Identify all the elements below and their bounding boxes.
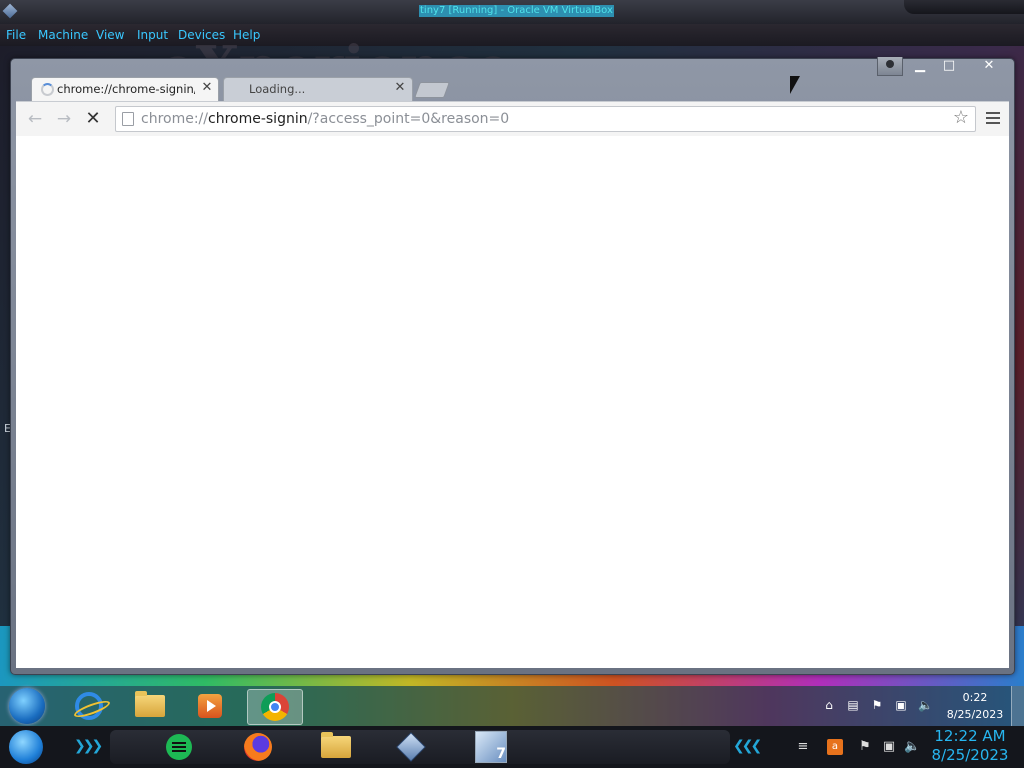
back-arrow-icon[interactable]: ← (24, 108, 46, 130)
menu-machine[interactable]: Machine (38, 27, 88, 43)
media-player-button[interactable] (187, 689, 233, 723)
chevron-decoration-icon: ❮❮❮ (733, 738, 762, 754)
close-button[interactable]: ✕ (972, 57, 1006, 75)
host-clock-date[interactable]: 8/25/2023 (930, 746, 1010, 765)
tab-title: Loading... (249, 82, 306, 96)
menu-view[interactable]: View (96, 27, 124, 43)
host-start-button[interactable] (9, 730, 43, 764)
url-host: chrome-signin (208, 111, 308, 127)
guest-clock-date[interactable]: 8/25/2023 (945, 708, 1005, 721)
action-center-flag-icon[interactable]: ⚑ (870, 698, 884, 712)
minimize-button[interactable]: ▁ (906, 57, 934, 75)
new-tab-button[interactable] (414, 82, 450, 98)
network-monitor-icon[interactable]: ▣ (894, 698, 908, 712)
chrome-taskbar-button[interactable] (247, 689, 303, 725)
stop-x-icon[interactable]: ✕ (82, 108, 104, 130)
url-path: /?access_point=0&reason=0 (307, 111, 510, 127)
host-title-decoration (904, 0, 1024, 14)
volume-icon[interactable]: 🔈 (904, 739, 920, 755)
tab-loading[interactable]: Loading... ✕ (223, 77, 413, 101)
menu-file[interactable]: File (6, 27, 26, 43)
maximize-button[interactable]: □ (935, 57, 963, 75)
chrome-icon (261, 693, 289, 721)
host-clock-time[interactable]: 12:22 AM (930, 727, 1010, 746)
chevron-decoration-icon: ❯❯❯ (74, 738, 103, 754)
spotify-icon (166, 734, 192, 760)
spotify-button[interactable] (159, 730, 199, 764)
page-icon (122, 112, 134, 126)
show-desktop-button[interactable] (1011, 686, 1024, 726)
volume-icon[interactable]: 🔈 (918, 698, 933, 712)
guest-taskbar: ⌂ ▤ ⚑ ▣ 🔈 0:22 8/25/2023 (0, 686, 1024, 726)
guest-clock-time[interactable]: 0:22 (945, 691, 1005, 704)
tab-chrome-signin[interactable]: chrome://chrome-signin/ ✕ (31, 77, 219, 101)
media-player-icon (198, 694, 222, 718)
start-button[interactable] (9, 688, 45, 724)
star-icon[interactable]: ☆ (953, 108, 969, 128)
browser-toolbar: ← → ✕ chrome://chrome-signin/?access_poi… (16, 101, 1009, 136)
internet-explorer-button[interactable] (66, 689, 112, 723)
firefox-button[interactable] (238, 730, 278, 764)
windows7-vm-button[interactable]: 7 (471, 730, 511, 764)
host-menu-bar: File Machine View Input Devices Help (0, 24, 1024, 46)
virtualbox-icon (2, 3, 18, 19)
host-taskbar: ❯❯❯ 7 ❮❮❮ ≡ a ⚑ ▣ 🔈 12:22 AM 8/25/2023 (0, 726, 1024, 768)
chrome-window: chrome://chrome-signin/ ✕ Loading... ✕ ▁… (10, 57, 1015, 675)
forward-arrow-icon[interactable]: → (53, 108, 75, 130)
file-explorer-button[interactable] (316, 730, 356, 764)
tab-title: chrome://chrome-signin/ (57, 82, 195, 96)
url-scheme: chrome:// (141, 111, 208, 127)
tray-overflow-icon[interactable]: ≡ (795, 739, 811, 755)
windows-explorer-button[interactable] (127, 689, 173, 723)
tab-close-icon[interactable]: ✕ (201, 81, 213, 94)
action-center-flag-icon[interactable]: ⚑ (857, 739, 873, 755)
omnibox[interactable]: chrome://chrome-signin/?access_point=0&r… (115, 106, 976, 132)
network-tray-icon[interactable]: ⌂ (822, 698, 836, 712)
internet-explorer-icon (75, 692, 103, 720)
windows7-vm-icon: 7 (475, 731, 507, 763)
user-icon (886, 60, 894, 68)
tab-close-icon[interactable]: ✕ (394, 81, 406, 94)
network-icon[interactable]: ▣ (881, 739, 897, 755)
hamburger-menu-icon[interactable] (984, 109, 1002, 127)
omnibox-url[interactable]: chrome://chrome-signin/?access_point=0&r… (141, 111, 509, 127)
profile-button[interactable] (877, 57, 903, 76)
host-window-title: tiny7 [Running] - Oracle VM VirtualBox (419, 5, 614, 17)
avast-icon[interactable]: a (827, 739, 843, 755)
firefox-icon (244, 733, 272, 761)
folder-icon (135, 691, 165, 717)
mouse-cursor-icon (790, 76, 800, 94)
document-tray-icon[interactable]: ▤ (846, 698, 860, 712)
virtualbox-button[interactable] (391, 730, 431, 764)
virtualbox-icon (396, 732, 426, 762)
host-title-bar: tiny7 [Running] - Oracle VM VirtualBox (0, 0, 1024, 24)
loading-spinner-icon (41, 83, 54, 96)
file-explorer-icon (321, 732, 351, 758)
page-content (16, 136, 1009, 668)
